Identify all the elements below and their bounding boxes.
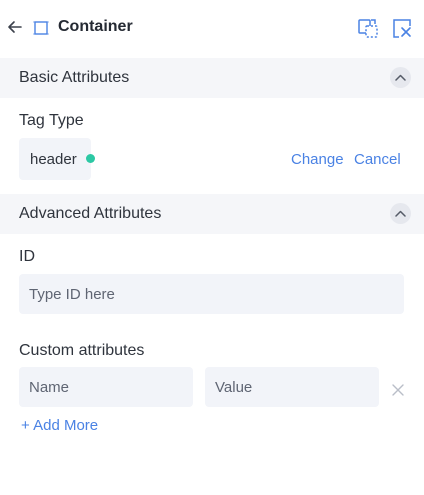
attribute-value-input[interactable] <box>205 367 379 407</box>
select-parent-icon[interactable] <box>357 17 379 39</box>
panel-header: Container <box>0 0 424 58</box>
advanced-attributes-header[interactable]: Advanced Attributes <box>0 194 424 234</box>
id-input[interactable] <box>19 274 404 314</box>
tag-value-text: header <box>30 151 77 168</box>
remove-element-icon[interactable] <box>391 17 413 39</box>
container-icon <box>33 21 49 35</box>
change-tag-link[interactable]: Change <box>291 151 344 168</box>
add-more-link[interactable]: + Add More <box>21 417 98 434</box>
remove-attribute-icon[interactable] <box>389 381 407 399</box>
basic-attributes-title: Basic Attributes <box>19 69 130 86</box>
attribute-name-input[interactable] <box>19 367 193 407</box>
chevron-up-icon <box>395 74 406 81</box>
id-label: ID <box>19 248 35 265</box>
cancel-tag-link[interactable]: Cancel <box>354 151 401 168</box>
collapse-advanced-button[interactable] <box>390 203 411 224</box>
collapse-basic-button[interactable] <box>390 67 411 88</box>
back-arrow-icon[interactable] <box>7 18 23 36</box>
panel-title: Container <box>58 18 133 35</box>
custom-attributes-label: Custom attributes <box>19 342 145 359</box>
chevron-up-icon <box>395 210 406 217</box>
basic-attributes-header[interactable]: Basic Attributes <box>0 58 424 98</box>
advanced-attributes-title: Advanced Attributes <box>19 205 162 222</box>
tag-type-label: Tag Type <box>19 112 84 129</box>
check-icon <box>86 154 95 163</box>
tag-type-value: header <box>19 138 95 180</box>
